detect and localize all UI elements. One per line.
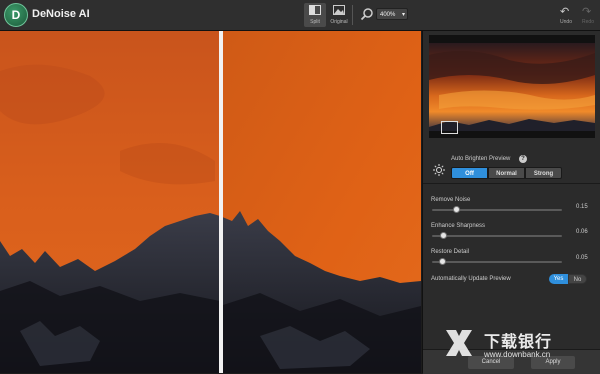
split-view-button[interactable]: Split [304,3,326,27]
image-canvas[interactable] [0,31,421,373]
navigator-preview[interactable] [429,35,595,138]
image-icon [333,5,345,15]
brighten-off-option[interactable]: Off [451,167,488,179]
undo-icon: ↶ [560,6,570,18]
watermark-title: 下载银行 [484,332,553,351]
redo-button[interactable]: ↷ Redo [578,3,598,27]
auto-brighten-label: Auto Brighten Preview [451,156,511,162]
navigator-viewport-rect[interactable] [441,121,458,134]
help-icon[interactable]: ? [519,155,527,163]
magnifier-icon[interactable] [360,7,374,21]
top-toolbar: D DeNoise AI Split Original 400% ▾ ↶ Und… [0,0,600,31]
auto-update-yes-toggle[interactable]: Yes [549,274,568,284]
zoom-value: 400% [380,12,396,18]
original-view-label: Original [330,19,348,25]
remove-noise-value: 0.15 [576,204,588,210]
chevron-down-icon: ▾ [401,12,405,18]
restore-detail-value: 0.05 [576,255,588,261]
enhance-sharpness-slider-knob[interactable] [440,232,447,239]
original-view-button[interactable]: Original [328,3,350,27]
restore-detail-slider-knob[interactable] [439,258,446,265]
sun-icon [433,164,445,176]
app-title: DeNoise AI [32,8,90,20]
split-divider-handle[interactable] [219,31,223,373]
zoom-dropdown[interactable]: 400% ▾ [376,8,408,20]
watermark-url: www.downbank.cn [484,350,551,359]
undo-button[interactable]: ↶ Undo [556,3,576,27]
remove-noise-slider[interactable] [432,209,562,211]
section-divider [423,183,600,184]
remove-noise-label: Remove Noise [431,197,471,203]
redo-label: Redo [582,19,594,25]
auto-update-label: Automatically Update Preview [431,276,511,282]
app-logo: D [4,3,28,27]
restore-detail-slider[interactable] [432,261,562,263]
remove-noise-slider-knob[interactable] [453,206,460,213]
enhance-sharpness-slider[interactable] [432,235,562,237]
enhance-sharpness-value: 0.06 [576,229,588,235]
auto-update-no-toggle[interactable]: No [568,274,587,284]
restore-detail-label: Restore Detail [431,249,470,255]
brighten-normal-option[interactable]: Normal [488,167,525,179]
brighten-strong-option[interactable]: Strong [525,167,562,179]
undo-label: Undo [560,19,572,25]
watermark-logo-icon [446,330,472,356]
split-view-icon [309,5,321,15]
landscape-photo [0,31,421,373]
enhance-sharpness-label: Enhance Sharpness [431,223,486,229]
split-view-label: Split [310,19,320,25]
watermark: 下载银行 www.downbank.cn [438,322,598,370]
toolbar-divider [352,5,353,25]
redo-icon: ↷ [582,6,592,18]
